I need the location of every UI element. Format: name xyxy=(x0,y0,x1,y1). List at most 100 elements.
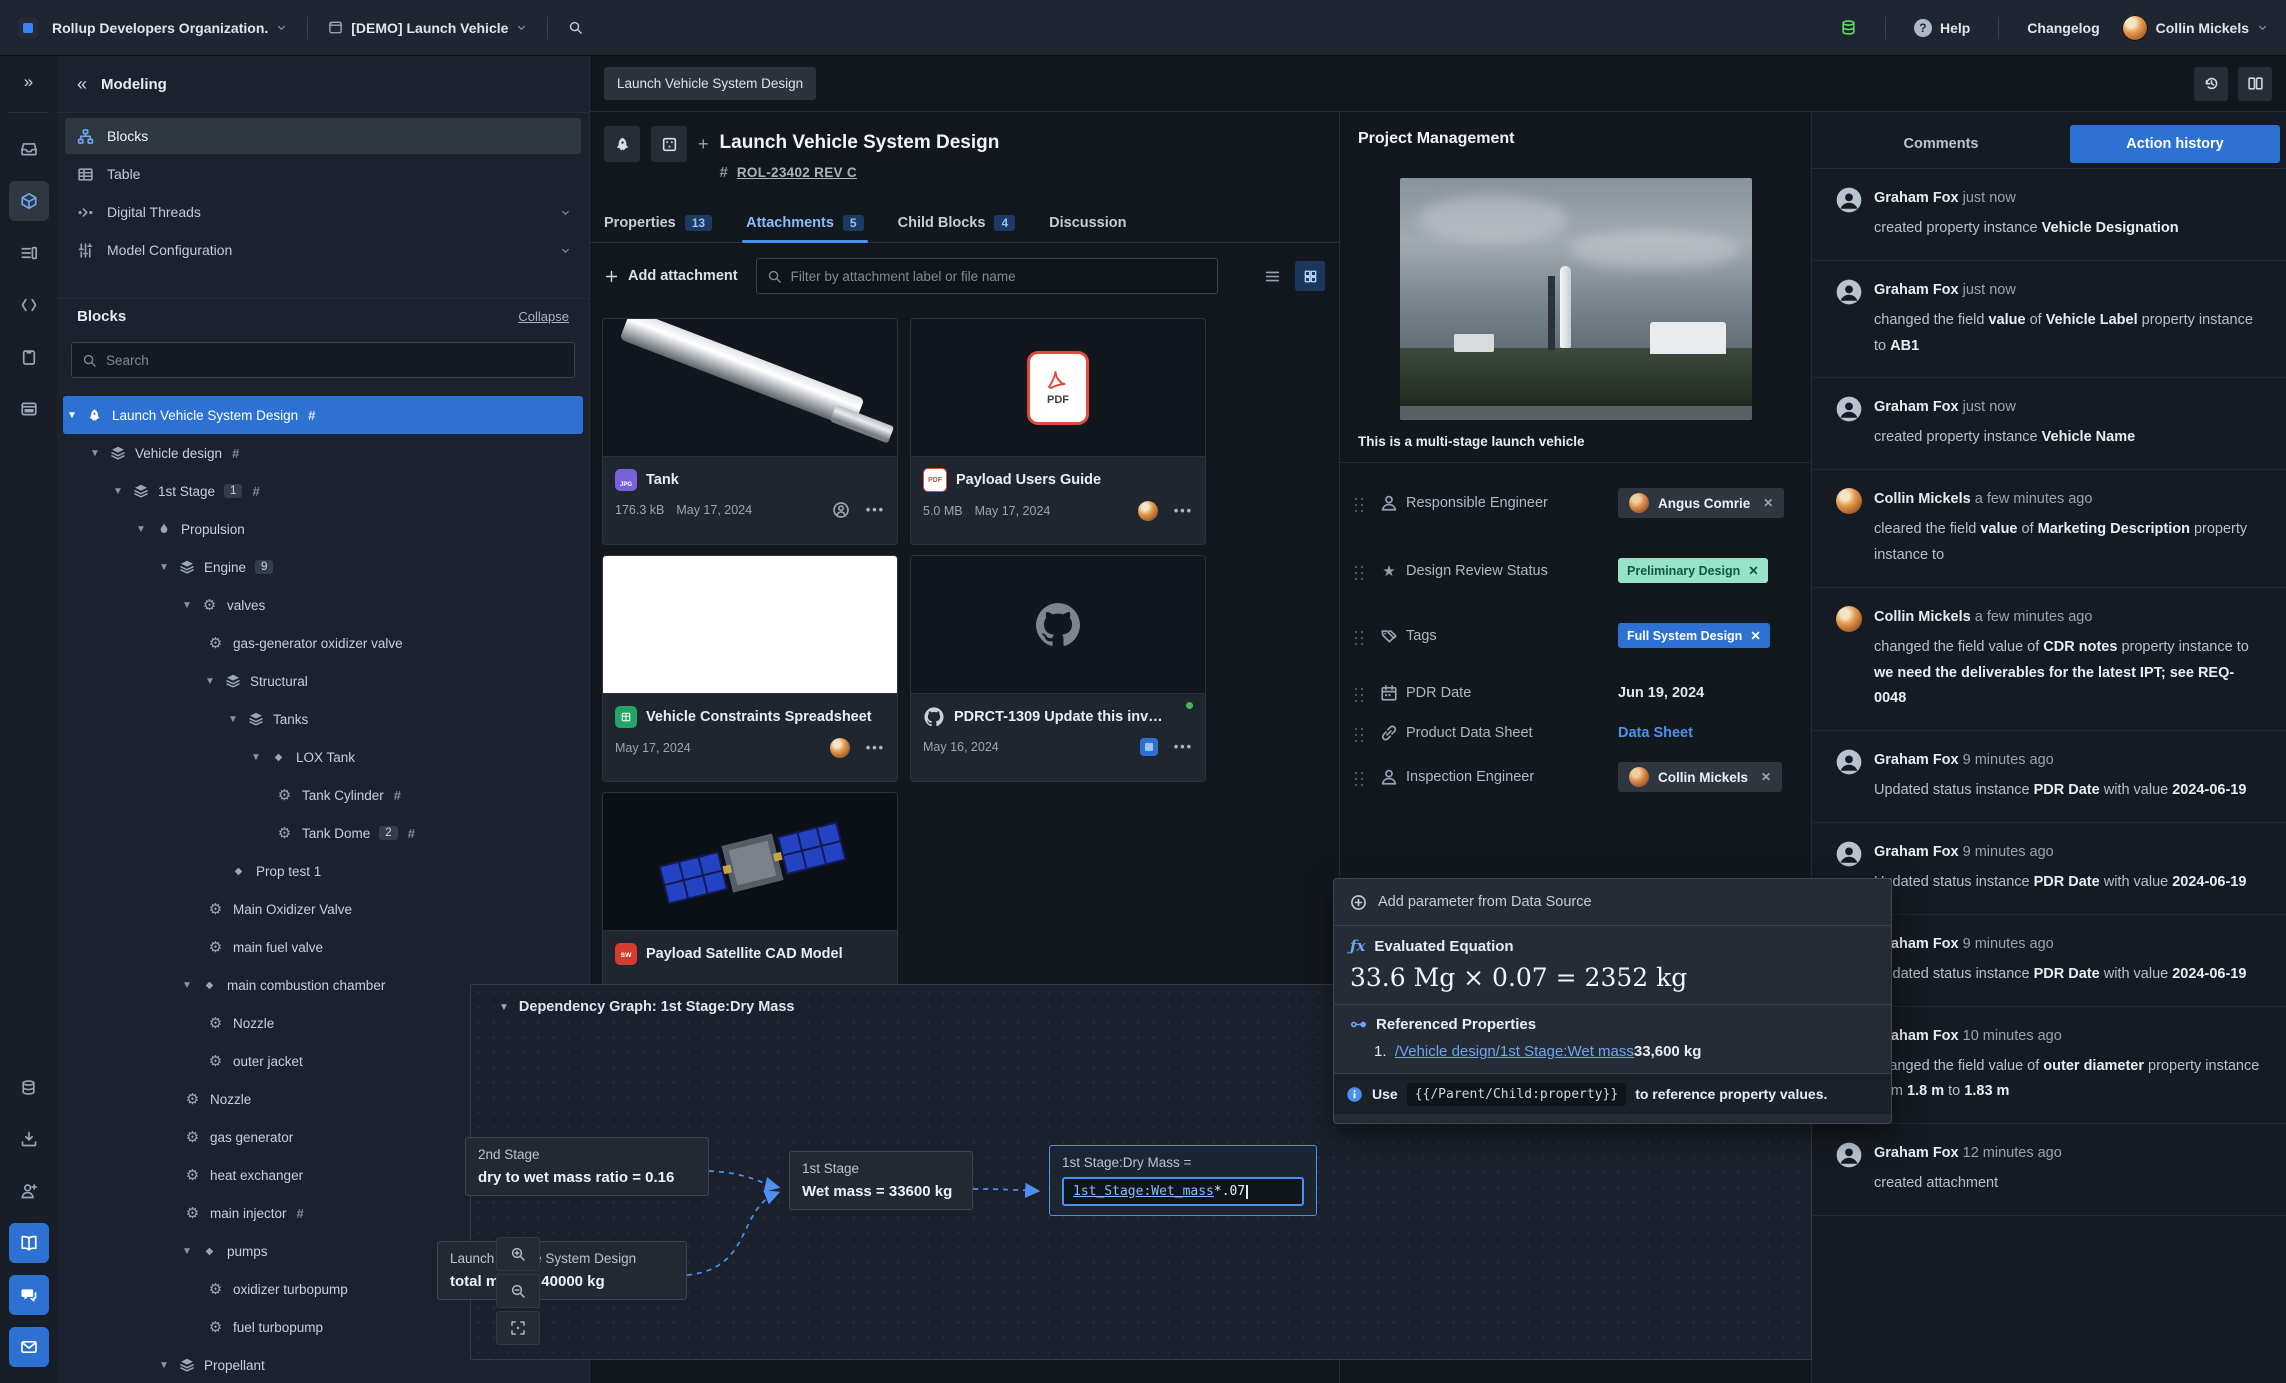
property-reference-link[interactable]: 1st_Stage:Wet_mass xyxy=(1073,1184,1214,1199)
more-menu-icon[interactable]: ••• xyxy=(1174,504,1193,518)
activity-item[interactable]: Graham Fox 9 minutes ago Updated status … xyxy=(1812,731,2286,823)
block-reference-link[interactable]: ROL-23402 REV C xyxy=(737,165,857,180)
status-tag[interactable]: Preliminary Design✕ xyxy=(1618,558,1768,583)
caret-down-icon[interactable]: ▼ xyxy=(113,486,130,497)
add-icon[interactable]: + xyxy=(698,134,709,155)
tab-attachments[interactable]: Attachments5 xyxy=(746,204,864,242)
caret-down-icon[interactable]: ▼ xyxy=(182,600,199,611)
tab-child-blocks[interactable]: Child Blocks4 xyxy=(898,204,1016,242)
graph-node-1st-stage[interactable]: 1st Stage Wet mass = 33600 kg xyxy=(789,1151,973,1210)
field-link[interactable]: Data Sheet xyxy=(1618,725,1693,741)
drag-handle-icon[interactable] xyxy=(1352,768,1364,786)
zoom-in-button[interactable] xyxy=(496,1237,540,1271)
zoom-out-button[interactable] xyxy=(496,1274,540,1308)
drag-handle-icon[interactable] xyxy=(1352,562,1364,580)
drag-handle-icon[interactable] xyxy=(1352,627,1364,645)
caret-down-icon[interactable]: ▼ xyxy=(205,676,222,687)
expand-rail-button[interactable]: » xyxy=(24,56,33,108)
more-menu-icon[interactable]: ••• xyxy=(1174,740,1193,754)
search-icon[interactable] xyxy=(568,20,583,35)
grid-view-button[interactable] xyxy=(1295,261,1325,291)
owner-icon[interactable] xyxy=(832,501,850,519)
tree-item-gas-generator-oxidizer-valve[interactable]: ⚙gas-generator oxidizer valve xyxy=(57,624,589,662)
rail-inbox-button[interactable] xyxy=(9,129,49,169)
caret-down-icon[interactable]: ▼ xyxy=(251,752,268,763)
sidebar-item-model-configuration[interactable]: Model Configuration xyxy=(65,232,581,268)
rail-window-button[interactable] xyxy=(9,389,49,429)
user-chip[interactable]: Angus Comrie✕ xyxy=(1618,488,1784,518)
list-view-button[interactable] xyxy=(1257,261,1287,291)
drag-handle-icon[interactable] xyxy=(1352,724,1364,742)
tab-comments[interactable]: Comments xyxy=(1812,136,2070,152)
tree-item-engine[interactable]: ▼Engine9 xyxy=(57,548,589,586)
rail-download-button[interactable] xyxy=(9,1119,49,1159)
workspace-switcher[interactable]: [DEMO] Launch Vehicle xyxy=(328,20,527,36)
tree-item-propulsion[interactable]: ▼Propulsion xyxy=(57,510,589,548)
caret-down-icon[interactable]: ▼ xyxy=(499,1002,509,1013)
tree-item-launch-vehicle-system-design[interactable]: ▼Launch Vehicle System Design# xyxy=(63,396,583,434)
tree-item-tanks[interactable]: ▼Tanks xyxy=(57,700,589,738)
activity-item[interactable]: Graham Fox just now changed the field va… xyxy=(1812,261,2286,379)
attachment-filter-input[interactable]: Filter by attachment label or file name xyxy=(756,258,1218,294)
tree-item-main-fuel-valve[interactable]: ⚙main fuel valve xyxy=(57,928,589,966)
graph-node-lvsd[interactable]: Launch Vehicle System Design total mass … xyxy=(437,1241,687,1300)
caret-down-icon[interactable]: ▼ xyxy=(67,410,84,421)
graph-node-2nd-stage[interactable]: 2nd Stage dry to wet mass ratio = 0.16 xyxy=(465,1137,709,1196)
activity-item[interactable]: Collin Mickels a few minutes ago changed… xyxy=(1812,588,2286,731)
attachment-card-spreadsheet[interactable]: Vehicle Constraints Spreadsheet May 17, … xyxy=(602,555,898,782)
sidebar-item-blocks[interactable]: Blocks xyxy=(65,118,581,154)
hash-icon[interactable]: # xyxy=(252,484,259,499)
rail-docs-button[interactable] xyxy=(9,1223,49,1263)
tag[interactable]: Full System Design✕ xyxy=(1618,623,1770,648)
open-block-chip[interactable]: Launch Vehicle System Design xyxy=(604,67,816,100)
tab-properties[interactable]: Properties13 xyxy=(604,204,712,242)
changelog-button[interactable]: Changelog xyxy=(2027,20,2099,36)
caret-down-icon[interactable]: ▼ xyxy=(136,524,153,535)
sidebar-item-digital-threads[interactable]: Digital Threads xyxy=(65,194,581,230)
sidebar-item-table[interactable]: Table xyxy=(65,156,581,192)
rail-clipboard-button[interactable] xyxy=(9,337,49,377)
caret-down-icon[interactable]: ▼ xyxy=(159,562,176,573)
rail-invite-button[interactable] xyxy=(9,1171,49,1211)
rail-list-button[interactable] xyxy=(9,233,49,273)
tree-item-prop-test-1[interactable]: ◆Prop test 1 xyxy=(57,852,589,890)
hash-icon[interactable]: # xyxy=(408,826,415,841)
block-icon-button[interactable] xyxy=(604,126,640,162)
tab-discussion[interactable]: Discussion xyxy=(1049,204,1126,242)
rail-mail-button[interactable] xyxy=(9,1327,49,1367)
tree-item-1st-stage[interactable]: ▼1st Stage1# xyxy=(57,472,589,510)
equation-input[interactable]: 1st_Stage:Wet_mass*.07 xyxy=(1062,1177,1304,1206)
activity-item[interactable]: Collin Mickels a few minutes ago cleared… xyxy=(1812,470,2286,588)
tree-item-tank-dome[interactable]: ⚙Tank Dome2# xyxy=(57,814,589,852)
rail-code-button[interactable] xyxy=(9,285,49,325)
caret-down-icon[interactable]: ▼ xyxy=(182,980,199,991)
tree-item-valves[interactable]: ▼⚙valves xyxy=(57,586,589,624)
caret-down-icon[interactable]: ▼ xyxy=(90,448,107,459)
drag-handle-icon[interactable] xyxy=(1352,684,1364,702)
more-menu-icon[interactable]: ••• xyxy=(866,741,885,755)
owner-avatar[interactable] xyxy=(1138,501,1158,521)
remove-icon[interactable]: ✕ xyxy=(1761,770,1771,784)
caret-down-icon[interactable]: ▼ xyxy=(182,1246,199,1257)
referenced-property-link[interactable]: /Vehicle design/1st Stage:Wet mass xyxy=(1395,1043,1634,1060)
rail-datasource-button[interactable] xyxy=(9,1067,49,1107)
hash-icon[interactable]: # xyxy=(394,788,401,803)
user-chip[interactable]: Collin Mickels✕ xyxy=(1618,762,1782,792)
help-button[interactable]: ? Help xyxy=(1914,19,1970,37)
attachment-card-tank[interactable]: JPGTank 176.3 kBMay 17, 2024 ••• xyxy=(602,318,898,545)
hash-icon[interactable]: # xyxy=(232,446,239,461)
block-thumbnail-button[interactable] xyxy=(651,126,687,162)
activity-item[interactable]: Graham Fox just now created property ins… xyxy=(1812,169,2286,261)
status-widget-icon[interactable] xyxy=(1840,19,1857,36)
more-menu-icon[interactable]: ••• xyxy=(866,503,885,517)
tree-item-main-oxidizer-valve[interactable]: ⚙Main Oxidizer Valve xyxy=(57,890,589,928)
remove-icon[interactable]: ✕ xyxy=(1748,563,1758,578)
collapse-panel-button[interactable]: « xyxy=(77,74,87,95)
caret-down-icon[interactable]: ▼ xyxy=(228,714,245,725)
activity-item[interactable]: Graham Fox just now created property ins… xyxy=(1812,378,2286,470)
fit-view-button[interactable] xyxy=(496,1311,540,1345)
tab-action-history[interactable]: Action history xyxy=(2070,125,2280,163)
owner-avatar[interactable] xyxy=(830,738,850,758)
remove-icon[interactable]: ✕ xyxy=(1750,628,1760,643)
layout-columns-button[interactable] xyxy=(2238,67,2272,101)
